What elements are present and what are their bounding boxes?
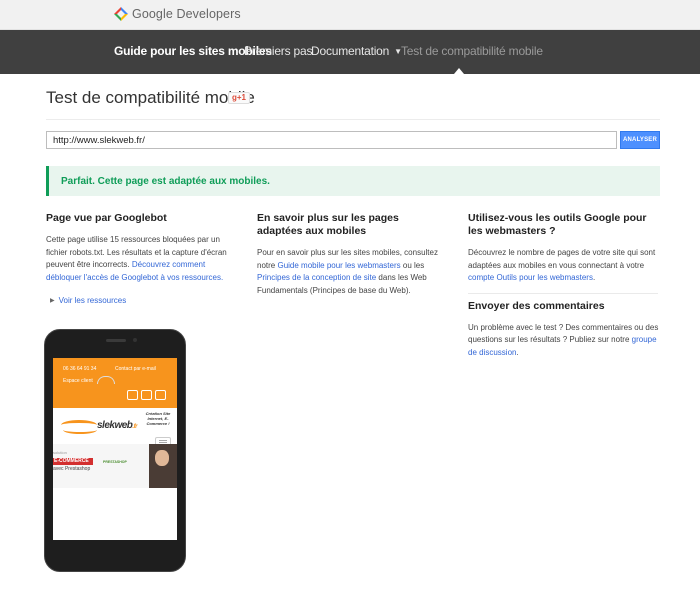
- result-message: Parfait. Cette page est adaptée aux mobi…: [61, 176, 270, 187]
- view-resources-toggle[interactable]: ▶ Voir les ressources: [50, 296, 126, 305]
- preview-banner: solution E-COMMERCE avec Prestashop PRES…: [53, 444, 177, 488]
- top-logo-bar: Google Developers: [0, 0, 700, 30]
- preview-header: 06 36 64 91 34 Contact par e-mail Espace…: [53, 358, 177, 408]
- design-principles-link[interactable]: Principes de la conception de site: [257, 273, 376, 282]
- feedback-text-1: Un problème avec le test ? Des commentai…: [468, 322, 659, 345]
- google-developers-brackets-icon: [114, 7, 128, 21]
- learn-more-text: Pour en savoir plus sur les sites mobile…: [257, 247, 447, 297]
- webmaster-account-link[interactable]: compte Outils pour les webmasters: [468, 273, 593, 282]
- page-title: Test de compatibilité mobile: [46, 88, 255, 107]
- mobile-guide-link[interactable]: Guide mobile pour les webmasters: [277, 261, 400, 270]
- url-input[interactable]: [46, 131, 617, 149]
- preview-person-face: [155, 450, 169, 466]
- preview-banner-line3: avec Prestashop: [53, 466, 91, 472]
- preview-social-icons: [127, 390, 166, 400]
- preview-banner-ecommerce: E-COMMERCE: [53, 458, 93, 465]
- slekweb-swoosh2-icon: [63, 426, 97, 434]
- view-resources-label: Voir les ressources: [58, 296, 127, 305]
- google-developers-logo[interactable]: Google Developers: [114, 7, 241, 21]
- phone-speaker: [106, 339, 126, 342]
- active-nav-pointer: [454, 68, 464, 74]
- webmaster-tools-heading: Utilisez-vous les outils Google pour les…: [468, 212, 647, 237]
- phone-camera: [133, 338, 137, 342]
- mobile-preview-phone: 06 36 64 91 34 Contact par e-mail Espace…: [44, 329, 186, 572]
- home-button-icon: [97, 376, 115, 384]
- googlebot-column: Page vue par Googlebot Cette page utilis…: [46, 212, 236, 284]
- main-nav: Guide pour les sites mobiles Premiers pa…: [0, 30, 700, 74]
- preview-banner-line1: solution: [53, 450, 67, 455]
- preview-prestashop-logo: PRESTASHOP: [103, 460, 127, 464]
- preview-phone-number: 06 36 64 91 34: [63, 366, 97, 372]
- learn-more-heading: En savoir plus sur les pages adaptées au…: [257, 212, 399, 237]
- analyze-button[interactable]: ANALYSER: [620, 131, 660, 149]
- webmaster-tools-column: Utilisez-vous les outils Google pour les…: [468, 212, 660, 359]
- nav-documentation-label: Documentation: [311, 44, 390, 58]
- googlebot-heading: Page vue par Googlebot: [46, 212, 167, 224]
- preview-logo-area: slekweb.fr Création Site Internet, E-Com…: [53, 408, 177, 447]
- triangle-right-icon: ▶: [50, 298, 55, 304]
- webmaster-tools-text-end: .: [592, 273, 596, 282]
- preview-page-bottom: [53, 488, 177, 540]
- google-plus-one-button[interactable]: g+1: [228, 92, 251, 104]
- preview-tagline: Création Site Internet, E-Commerce !: [145, 411, 171, 426]
- nav-item-test-compatibilite[interactable]: Test de compatibilité mobile: [401, 44, 543, 58]
- nav-item-premiers-pas[interactable]: Premiers pas: [244, 44, 312, 58]
- brand-name: Google Developers: [132, 7, 241, 21]
- webmaster-tools-text-1: Découvrez le nombre de pages de votre si…: [468, 248, 656, 270]
- preview-logo-suffix: .fr: [132, 424, 137, 430]
- result-banner: Parfait. Cette page est adaptée aux mobi…: [46, 166, 660, 196]
- title-divider: [46, 119, 660, 120]
- learn-more-column: En savoir plus sur les pages adaptées au…: [257, 212, 447, 297]
- preview-client: Espace client: [63, 378, 93, 384]
- learn-more-text-2: ou les: [402, 260, 425, 270]
- column-divider: [468, 292, 658, 294]
- googlebot-description: Cette page utilise 15 ressources bloquée…: [46, 234, 236, 284]
- mobile-preview-screen: 06 36 64 91 34 Contact par e-mail Espace…: [53, 358, 177, 540]
- feedback-text-end: .: [516, 347, 519, 357]
- feedback-heading: Envoyer des commentaires: [468, 299, 605, 312]
- preview-logo: slekweb.fr: [97, 420, 137, 431]
- feedback-text: Un problème avec le test ? Des commentai…: [468, 322, 660, 360]
- preview-contact: Contact par e-mail: [115, 366, 156, 372]
- preview-logo-text: slekweb: [97, 420, 133, 431]
- webmaster-tools-text: Découvrez le nombre de pages de votre si…: [468, 247, 660, 285]
- nav-item-documentation[interactable]: Documentation ▼: [311, 44, 402, 58]
